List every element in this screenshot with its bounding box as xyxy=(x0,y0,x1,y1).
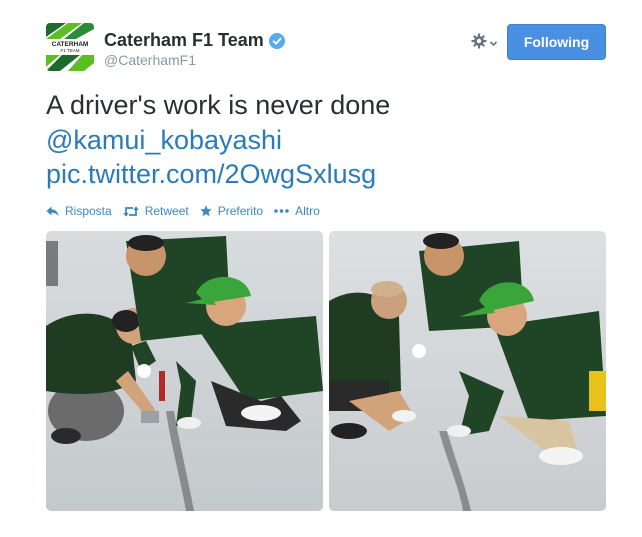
tweet-text: A driver's work is never done xyxy=(46,90,391,120)
avatar-text-bottom: F1 TEAM xyxy=(61,48,80,53)
pic-link[interactable]: pic.twitter.com/2OwgSxlusg xyxy=(46,158,376,190)
reply-action[interactable]: Risposta xyxy=(46,204,112,218)
reply-icon xyxy=(46,206,59,216)
more-label: Altro xyxy=(295,204,320,218)
favorite-label: Preferito xyxy=(217,204,264,218)
following-button[interactable]: Following xyxy=(507,24,606,60)
more-action[interactable]: Altro xyxy=(274,204,320,218)
verified-badge-icon xyxy=(268,32,285,49)
ellipsis-icon xyxy=(274,209,289,213)
settings-menu[interactable] xyxy=(471,33,498,54)
tweet-photo-2[interactable] xyxy=(329,231,606,511)
retweet-action[interactable]: Retweet xyxy=(122,204,189,218)
retweet-label: Retweet xyxy=(144,204,189,218)
tweet-photo-1[interactable] xyxy=(46,231,323,511)
star-icon xyxy=(200,205,212,217)
name-row[interactable]: Caterham F1 Team xyxy=(104,30,285,51)
user-handle[interactable]: @CaterhamF1 xyxy=(104,52,196,68)
display-name[interactable]: Caterham F1 Team xyxy=(104,30,264,51)
avatar[interactable]: CATERHAM F1 TEAM xyxy=(46,23,94,71)
chevron-down-icon xyxy=(489,35,498,53)
avatar-text-top: CATERHAM xyxy=(52,41,89,48)
retweet-icon xyxy=(122,206,139,216)
mention-link[interactable]: @kamui_kobayashi xyxy=(46,124,282,156)
favorite-action[interactable]: Preferito xyxy=(200,204,263,218)
reply-label: Risposta xyxy=(65,204,112,218)
gear-icon xyxy=(471,33,487,54)
tweet-actions: Risposta Retweet Preferito Altro xyxy=(46,204,331,218)
tweet-card: CATERHAM F1 TEAM Caterham F1 Team @Cater… xyxy=(0,0,642,537)
